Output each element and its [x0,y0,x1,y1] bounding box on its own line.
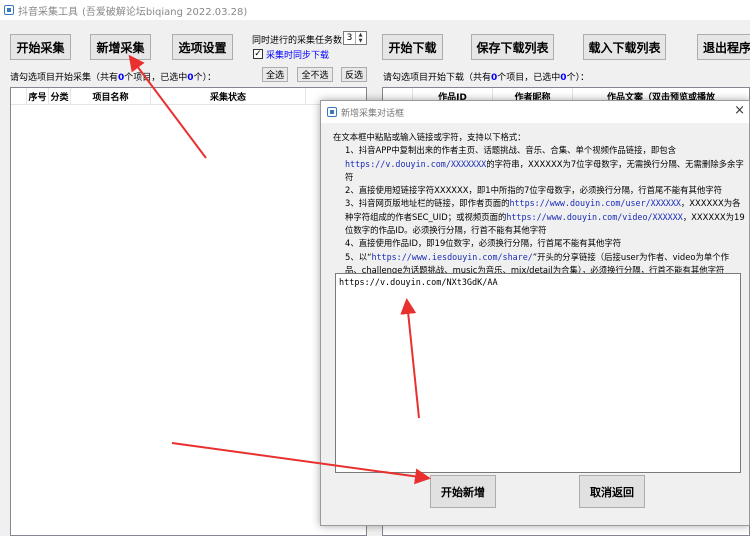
left-hint-prefix: 请勾选项目开始采集（共有 [10,73,119,83]
dialog-title-bar: 新增采集对话框 × [321,101,749,123]
app-icon [4,5,14,15]
collect-list-header: 序号 分类 项目名称 采集状态 [11,88,366,105]
spin-down-icon[interactable]: ▼ [356,38,365,44]
load-download-list-button[interactable]: 载入下载列表 [583,34,666,60]
start-download-button[interactable]: 开始下载 [382,34,443,60]
checkbox-column-header [11,88,27,104]
right-hint: 请勾选项目开始下载（共有0个项目，已选中0个）： [383,70,589,83]
left-hint-suffix: 个）： [193,73,217,83]
right-hint-prefix: 请勾选项目开始下载（共有 [383,73,492,83]
column-header[interactable]: 分类 [49,88,71,104]
concurrent-tasks-label: 同时进行的采集任务数 [252,36,343,46]
window-title-suffix: (吾爱破解论坛biqiang 2022.03.28) [82,6,248,18]
right-hint-suffix: 个）： [566,73,590,83]
instruction-item: 2、直接使用短链接字符XXXXXX，即1中所指的7位字母数字，必须换行分隔，行首… [345,185,723,196]
window-title: 抖音采集工具 [18,6,78,18]
concurrent-tasks-spinner[interactable]: 3 ▲ ▼ [343,31,367,45]
add-collect-button[interactable]: 新增采集 [90,34,151,60]
column-header[interactable]: 项目名称 [71,88,151,104]
invert-selection-button[interactable]: 反选 [341,67,367,82]
dialog-title: 新增采集对话框 [341,108,405,119]
save-download-list-button[interactable]: 保存下载列表 [471,34,554,60]
left-hint: 请勾选项目开始采集（共有0个项目，已选中0个）： [10,70,216,83]
column-header[interactable]: 序号 [27,88,49,104]
links-textarea[interactable]: https://v.douyin.com/NXt3GdK/AA [335,273,741,473]
left-hint-mid: 个项目，已选中 [124,73,188,83]
instructions-intro: 在文本框中粘贴或输入链接或字符，支持以下格式： [333,132,526,142]
cancel-button[interactable]: 取消返回 [579,475,645,508]
column-header[interactable]: 采集状态 [151,88,306,104]
instruction-item: 4、直接使用作品ID，即19位数字，必须换行分隔，行首尾不能有其他字符 [345,238,622,249]
sync-download-checkbox[interactable]: ✓ [253,49,263,59]
close-icon[interactable]: × [734,103,745,118]
collect-list[interactable]: 序号 分类 项目名称 采集状态 [10,87,367,536]
instruction-item: 1、抖音APP中复制出来的作者主页、话题挑战、音乐、合集、单个视频作品链接，即包… [345,145,744,182]
confirm-add-button[interactable]: 开始新增 [430,475,496,508]
select-all-button[interactable]: 全选 [262,67,288,82]
exit-button[interactable]: 退出程序 [697,34,750,60]
right-hint-mid: 个项目，已选中 [497,73,561,83]
title-bar: 抖音采集工具 (吾爱破解论坛biqiang 2022.03.28) [0,0,750,20]
add-collect-dialog: 新增采集对话框 × 在文本框中粘贴或输入链接或字符，支持以下格式： 1、抖音AP… [320,100,750,526]
instruction-item: 3、抖音网页版地址栏的链接，即作者页面的https://www.douyin.c… [345,198,745,236]
options-button[interactable]: 选项设置 [172,34,233,60]
start-collect-button[interactable]: 开始采集 [10,34,71,60]
sync-download-label: 采集时同步下载 [266,51,330,61]
dialog-instructions: 在文本框中粘贴或输入链接或字符，支持以下格式： 1、抖音APP中复制出来的作者主… [333,131,745,277]
concurrent-tasks-value[interactable]: 3 [344,32,355,44]
select-none-button[interactable]: 全不选 [297,67,333,82]
dialog-icon [327,107,337,117]
